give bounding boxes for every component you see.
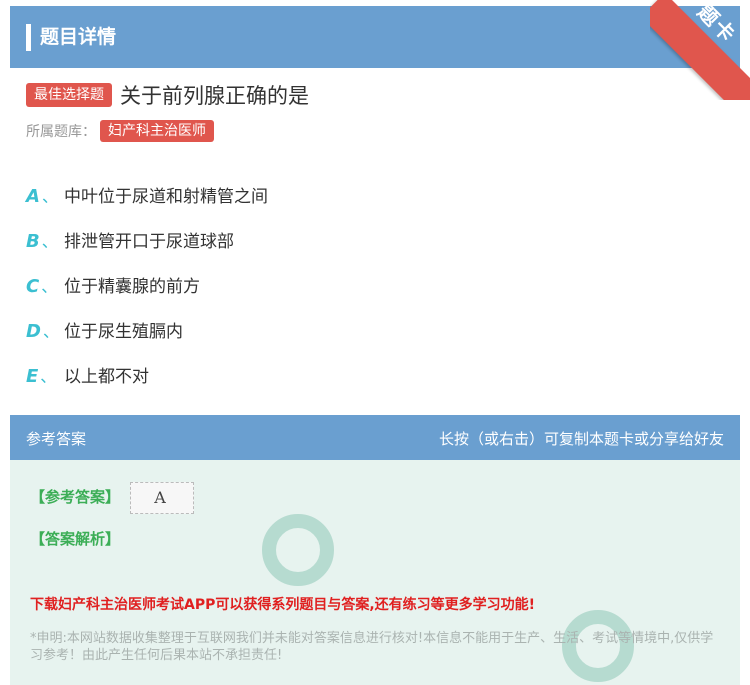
page-title: 题目详情 [40, 26, 117, 48]
option-e[interactable]: E、 以上都不对 [26, 352, 268, 397]
bank-name-link[interactable]: 妇产科主治医师 [100, 120, 214, 142]
options-list: A、 中叶位于尿道和射精管之间 B、 排泄管开口于尿道球部 C、 位于精囊腺的前… [26, 172, 268, 397]
header-accent-bar [26, 24, 31, 51]
answer-section-header: 参考答案 长按（或右击）可复制本题卡或分享给好友 [10, 415, 740, 460]
app-promo-link[interactable]: 下载妇产科主治医师考试APP可以获得系列题目与答案,还有练习等更多学习功能! [30, 594, 535, 614]
option-b[interactable]: B、 排泄管开口于尿道球部 [26, 217, 268, 262]
option-letter: E、 [26, 365, 57, 387]
option-letter: B、 [26, 230, 58, 252]
bank-label: 所属题库： [26, 124, 96, 140]
option-text: 中叶位于尿道和射精管之间 [64, 187, 268, 207]
option-text: 位于尿生殖膈内 [64, 322, 183, 342]
option-d[interactable]: D、 位于尿生殖膈内 [26, 307, 268, 352]
analysis-label: 【答案解析】 [30, 530, 121, 548]
question-bank-row: 所属题库： 妇产科主治医师 [26, 119, 214, 143]
answer-section-body: 【参考答案】 A 【答案解析】 下载妇产科主治医师考试APP可以获得系列题目与答… [10, 460, 740, 685]
watermark-logo [262, 514, 334, 586]
answer-section-title: 参考答案 [26, 430, 87, 448]
option-text: 位于精囊腺的前方 [64, 277, 200, 297]
share-hint: 长按（或右击）可复制本题卡或分享给好友 [438, 430, 724, 448]
question-title: 关于前列腺正确的是 [120, 84, 309, 108]
option-letter: D、 [26, 320, 59, 342]
option-letter: C、 [26, 275, 58, 297]
disclaimer-text: *申明:本网站数据收集整理于互联网我们并未能对答案信息进行核对!本信息不能用于生… [30, 631, 714, 663]
question-row: 最佳选择题 关于前列腺正确的是 [26, 80, 309, 110]
option-text: 排泄管开口于尿道球部 [64, 232, 234, 252]
option-letter: A、 [26, 185, 58, 207]
option-text: 以上都不对 [64, 367, 149, 387]
question-type-badge: 最佳选择题 [26, 83, 112, 107]
answer-label: 【参考答案】 [30, 488, 121, 506]
option-a[interactable]: A、 中叶位于尿道和射精管之间 [26, 172, 268, 217]
page-header: 题目详情 [10, 6, 740, 68]
option-c[interactable]: C、 位于精囊腺的前方 [26, 262, 268, 307]
answer-value-image: A [130, 482, 194, 514]
